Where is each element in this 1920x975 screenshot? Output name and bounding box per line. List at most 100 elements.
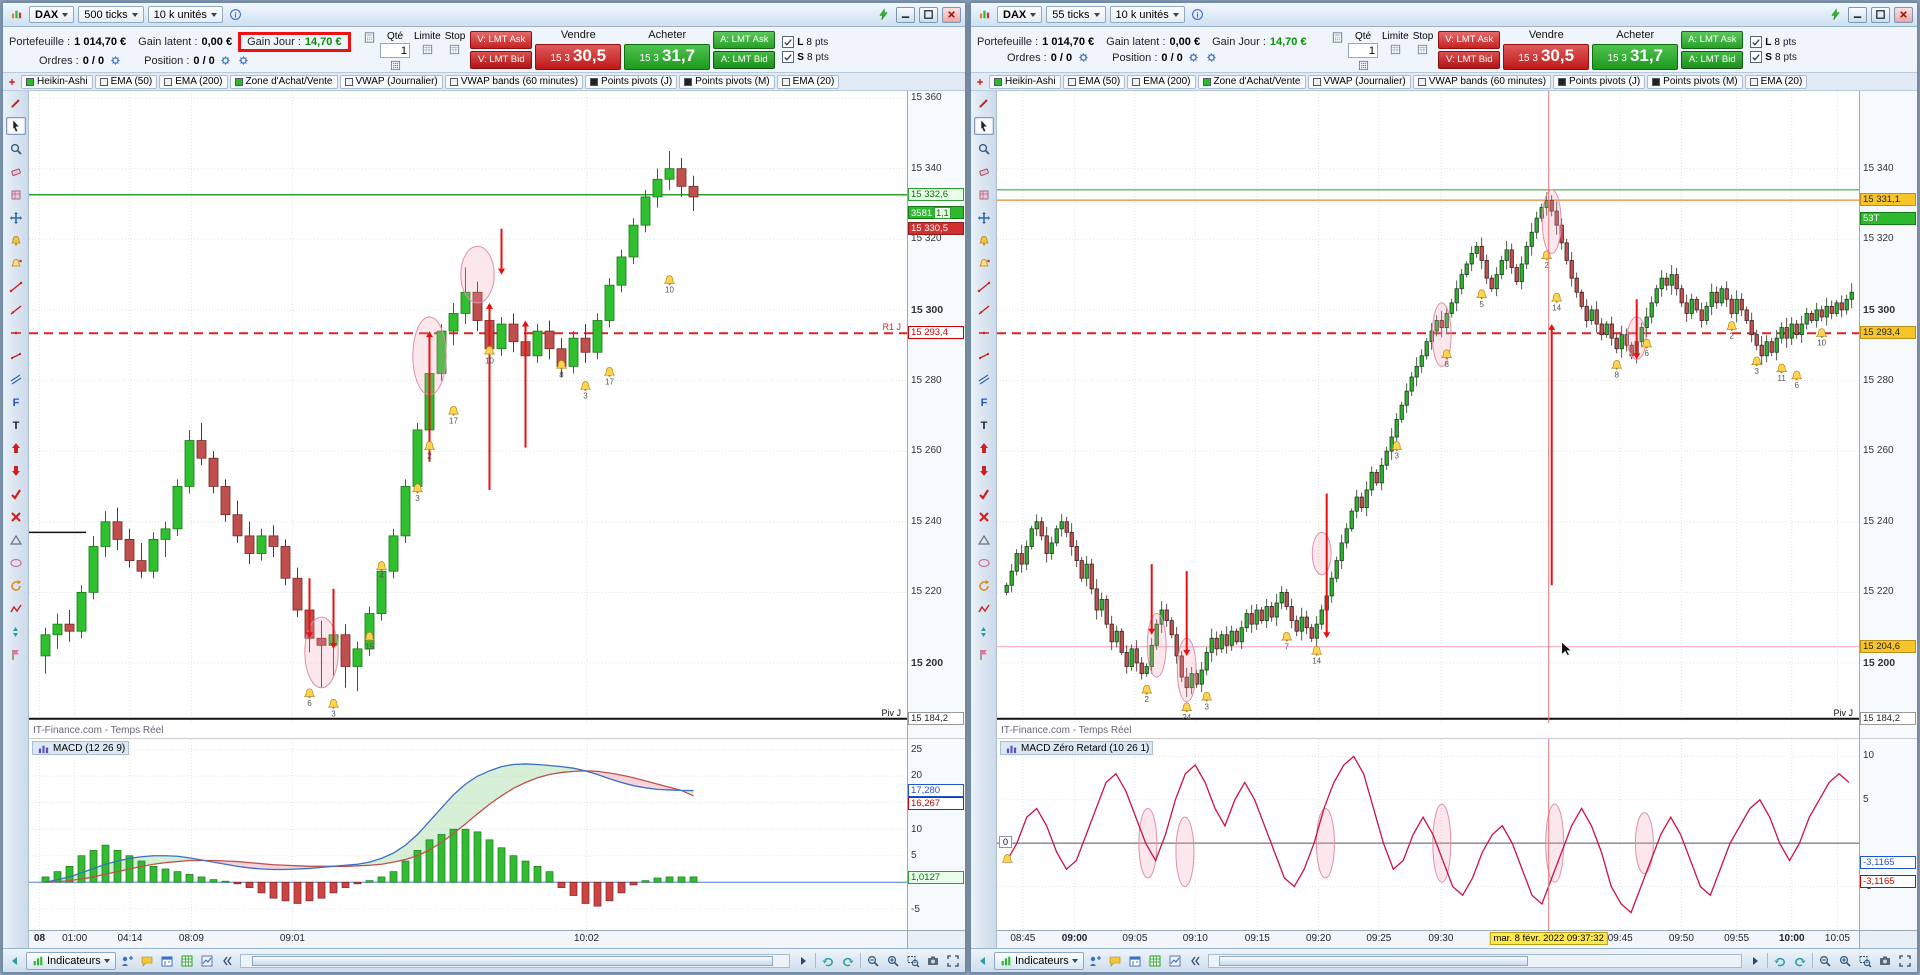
undo-icon[interactable]: [819, 952, 837, 970]
price-chart[interactable]: 6 3 15 4 3 2 17 10 8 3 17 10 R1 J Piv J: [29, 91, 907, 723]
indicator-checkbox[interactable]: [1749, 77, 1758, 86]
flag-tool[interactable]: [6, 646, 26, 664]
period-dropdown[interactable]: 500 ticks: [78, 6, 144, 23]
alarm-bell2-tool[interactable]: [6, 255, 26, 273]
select-tool[interactable]: [973, 117, 994, 135]
scroll-right-icon[interactable]: [794, 952, 812, 970]
info-icon[interactable]: i: [227, 7, 245, 23]
triangle-tool[interactable]: [974, 531, 994, 549]
segment-tool[interactable]: [6, 347, 26, 365]
indicator-checkbox[interactable]: [164, 77, 173, 86]
long-protection-checkbox[interactable]: [1750, 36, 1763, 48]
period-dropdown[interactable]: 55 ticks: [1046, 6, 1106, 23]
indicator-tab[interactable]: Points pivots (M): [679, 74, 775, 89]
indicator-tab[interactable]: EMA (20): [1744, 74, 1808, 89]
indicator-checkbox[interactable]: [1312, 77, 1321, 86]
alarm-bell-tool[interactable]: [974, 232, 994, 250]
ellipse-tool[interactable]: [6, 554, 26, 572]
indicator-checkbox[interactable]: [590, 77, 599, 86]
scroll-right-icon[interactable]: [1746, 952, 1764, 970]
channel-tool[interactable]: [974, 370, 994, 388]
titlebar[interactable]: DAX 500 ticks 10 k unités i: [3, 3, 965, 27]
calendar-icon[interactable]: [1126, 952, 1144, 970]
trendline-tool[interactable]: [974, 278, 994, 296]
zoom-tool[interactable]: [6, 140, 26, 158]
updown-tool[interactable]: [974, 623, 994, 641]
indicator-checkbox[interactable]: [26, 77, 34, 86]
orders-settings-icon[interactable]: [108, 54, 122, 67]
position-settings-icon-2[interactable]: [1205, 51, 1219, 64]
zoom-in-icon[interactable]: [1836, 952, 1854, 970]
limit-grid-icon[interactable]: [1388, 43, 1402, 56]
expand-icon[interactable]: [944, 952, 962, 970]
zoom-window-icon[interactable]: [904, 952, 922, 970]
segment-tool[interactable]: [974, 347, 994, 365]
chart-grid-icon[interactable]: [198, 952, 216, 970]
collapse-left-icon[interactable]: [218, 952, 236, 970]
share-icon[interactable]: [118, 952, 136, 970]
maximize-button[interactable]: [919, 6, 938, 23]
rotation-tool[interactable]: [974, 577, 994, 595]
orders-settings-icon[interactable]: [1076, 51, 1090, 64]
ray-tool[interactable]: [974, 301, 994, 319]
undo-icon[interactable]: [1771, 952, 1789, 970]
close-button[interactable]: [942, 6, 961, 23]
zigzag-tool[interactable]: [6, 600, 26, 618]
fibonacci-tool[interactable]: F: [974, 393, 994, 411]
close-button[interactable]: [1894, 6, 1913, 23]
symbol-dropdown[interactable]: DAX: [29, 6, 75, 23]
hline-tool[interactable]: [974, 324, 994, 342]
stop-grid-icon[interactable]: [1416, 43, 1430, 56]
zoom-tool[interactable]: [974, 140, 994, 158]
minimize-button[interactable]: [896, 6, 915, 23]
price-chart[interactable]: 2 24 3 7 14 3 8 5 2 14 8 6 2 3 11 6 10 Piv J: [997, 91, 1859, 723]
indicator-checkbox[interactable]: [1417, 77, 1426, 86]
updown-tool[interactable]: [6, 623, 26, 641]
indicator-tab[interactable]: VWAP (Journalier): [1307, 74, 1411, 89]
keypad-icon[interactable]: [1356, 59, 1370, 72]
short-protection-checkbox[interactable]: [782, 51, 795, 63]
zoom-in-icon[interactable]: [884, 952, 902, 970]
camera-icon[interactable]: [1876, 952, 1894, 970]
indicator-tab[interactable]: Zone d'Achat/Vente: [229, 74, 338, 89]
keypad-icon[interactable]: [388, 59, 402, 72]
arrow-down-tool[interactable]: [974, 462, 994, 480]
quantity-input[interactable]: [1348, 43, 1378, 58]
eraser-tool[interactable]: [6, 163, 26, 181]
indicator-tab[interactable]: Zone d'Achat/Vente: [1197, 74, 1306, 89]
arrow-down-tool[interactable]: [6, 462, 26, 480]
rotation-tool[interactable]: [6, 577, 26, 595]
arrow-up-tool[interactable]: [6, 439, 26, 457]
indicator-tab[interactable]: Points pivots (J): [1553, 74, 1646, 89]
chart-grid-icon[interactable]: [1166, 952, 1184, 970]
indicator-checkbox[interactable]: [234, 77, 243, 86]
macd-chart[interactable]: MACD (12 26 9): [29, 738, 907, 930]
check-tool[interactable]: [974, 485, 994, 503]
indicator-checkbox[interactable]: [1652, 77, 1661, 86]
channel-tool[interactable]: [6, 370, 26, 388]
expand-icon[interactable]: [1896, 952, 1914, 970]
table-icon[interactable]: [178, 952, 196, 970]
quantity-input[interactable]: [380, 43, 410, 58]
indicator-checkbox[interactable]: [449, 77, 458, 86]
text-tool[interactable]: T: [6, 416, 26, 434]
indicator-tab[interactable]: VWAP (Journalier): [339, 74, 443, 89]
indicator-tab[interactable]: EMA (50): [1062, 74, 1126, 89]
add-indicator-button[interactable]: [5, 75, 19, 89]
time-scrollbar[interactable]: [1207, 953, 1742, 968]
select-tool[interactable]: [5, 117, 26, 135]
long-protection-checkbox[interactable]: [782, 36, 795, 48]
titlebar[interactable]: DAX 55 ticks 10 k unités i: [971, 3, 1917, 27]
eraser-tool[interactable]: [974, 163, 994, 181]
units-dropdown[interactable]: 10 k unités: [147, 6, 223, 23]
indicator-checkbox[interactable]: [684, 77, 693, 86]
indicateurs-button[interactable]: Indicateurs: [26, 951, 116, 970]
indicator-checkbox[interactable]: [1558, 77, 1567, 86]
buy-lmt-bid-button[interactable]: A: LMT Bid: [713, 50, 776, 69]
zigzag-tool[interactable]: [974, 600, 994, 618]
indicator-tab[interactable]: VWAP bands (60 minutes): [444, 74, 584, 89]
nav-back-icon[interactable]: [6, 952, 24, 970]
symbol-dropdown[interactable]: DAX: [997, 6, 1043, 23]
indicator-tab[interactable]: VWAP bands (60 minutes): [1412, 74, 1552, 89]
check-tool[interactable]: [6, 485, 26, 503]
